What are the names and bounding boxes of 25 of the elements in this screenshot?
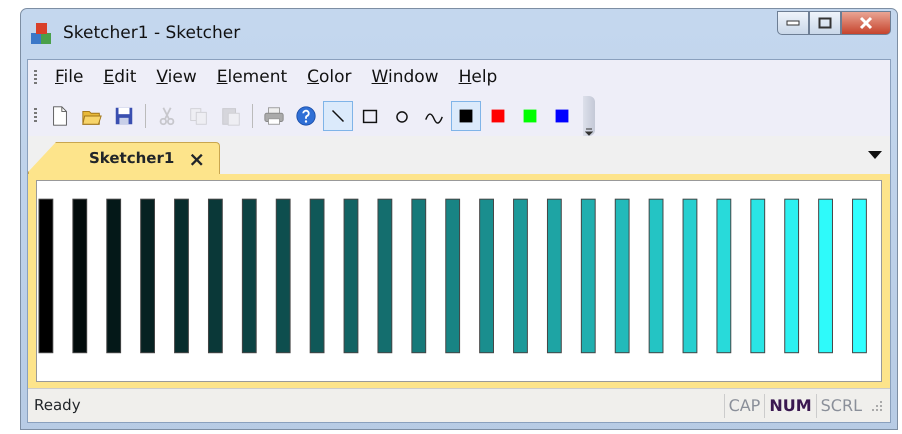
minimize-icon <box>786 20 800 26</box>
document-tab[interactable]: Sketcher1 × <box>28 142 220 174</box>
menu-item[interactable]: Edit <box>95 63 144 93</box>
window-title: Sketcher1 - Sketcher <box>63 22 240 46</box>
caret-icon <box>585 128 593 136</box>
tab-close-button[interactable]: × <box>188 148 206 168</box>
status-text: Ready <box>34 395 81 416</box>
menu-item[interactable]: Color <box>299 63 360 93</box>
color-button[interactable] <box>451 101 481 131</box>
menu-item[interactable]: Window <box>364 63 447 93</box>
restore-icon <box>818 17 832 29</box>
resize-grip-icon <box>870 398 884 412</box>
menu-item[interactable]: Element <box>208 63 296 93</box>
close-button[interactable] <box>841 11 891 35</box>
key-indicator: CAP <box>724 394 764 418</box>
close-icon <box>858 16 874 30</box>
menu-item[interactable]: View <box>148 63 205 93</box>
menu-item[interactable]: File <box>47 63 92 93</box>
toolbar-overflow-button[interactable] <box>583 96 595 136</box>
line-tool-icon[interactable] <box>323 101 353 131</box>
minimize-button[interactable] <box>777 11 809 35</box>
maximize-button[interactable] <box>809 11 841 35</box>
key-indicator: NUM <box>764 394 816 418</box>
menu-item[interactable]: Help <box>450 63 506 93</box>
key-indicator: SCRL <box>816 394 866 418</box>
